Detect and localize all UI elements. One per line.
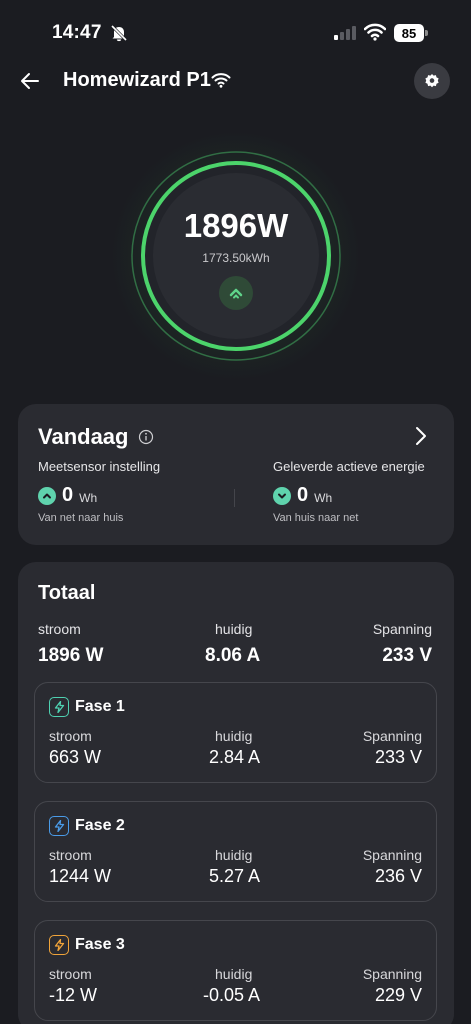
import-unit: Wh [79,491,98,505]
phase-title: Fase 1 [75,698,125,715]
phase-power-label: stroom [49,847,92,863]
total-power-label: stroom [38,621,81,637]
arrow-down-badge [273,486,291,505]
phase-voltage-label: Spanning [362,728,422,744]
phase-voltage-label: Spanning [362,966,422,982]
battery-tip [425,30,428,36]
export-value-row: 0 Wh [273,484,332,507]
total-title: Totaal [38,582,96,604]
phase-title: Fase 3 [75,936,125,953]
wifi-status-icon [364,23,386,41]
arrow-up-badge [38,486,56,505]
phase-card-3: Fase 3 stroom huidig Spanning -12 W -0.0… [34,920,437,1021]
export-unit: Wh [314,491,333,505]
phase-current-label: huidig [215,966,253,982]
status-bar: 14:47 85 [0,0,471,62]
phase-voltage-value: 229 V [374,985,422,1005]
column-divider [234,489,235,507]
current-power-value: 1896W [183,207,289,244]
phase-current-value: -0.05 A [203,985,261,1005]
phase-card-2: Fase 2 stroom huidig Spanning 1244 W 5.2… [34,801,437,902]
total-current-label: huidig [215,621,253,637]
phase-voltage-value: 233 V [374,747,422,767]
page-title: Homewizard P1 [63,69,211,91]
phase-card-1: Fase 1 stroom huidig Spanning 663 W 2.84… [34,682,437,783]
cell-signal-icon [334,26,356,40]
battery-indicator: 85 [394,24,424,42]
phase-power-label: stroom [49,728,92,744]
phase-current-value: 5.27 A [209,866,261,886]
import-value-row: 0 Wh [38,484,97,507]
export-sub: Van huis naar net [273,512,359,524]
status-time: 14:47 [52,22,102,43]
total-voltage-label: Spanning [372,621,432,637]
phase-current-label: huidig [215,728,253,744]
info-icon[interactable] [138,429,154,445]
arrow-down-icon [278,493,286,498]
phase-power-label: stroom [49,966,92,982]
total-voltage-value: 233 V [382,645,432,666]
chevron-right-icon[interactable] [414,426,428,446]
gauge-direction-badge [219,276,253,310]
lightning-icon [49,697,69,717]
phase-voltage-value: 236 V [374,866,422,886]
phase-power-value: 1244 W [49,866,112,886]
total-current-value: 8.06 A [205,645,261,666]
phase-current-label: huidig [215,847,253,863]
arrow-up-icon [43,493,51,498]
total-power-value: 1896 W [38,645,104,666]
wifi-icon [211,73,231,88]
import-label: Meetsensor instelling [38,459,161,474]
total-card: Totaal stroom huidig Spanning 1896 W 8.0… [18,562,454,1024]
lightning-icon [49,935,69,955]
phase-power-value: -12 W [49,985,98,1005]
lightning-icon [49,816,69,836]
phase-power-value: 663 W [49,747,102,767]
arrow-up-icon [229,288,243,299]
settings-icon [425,74,439,88]
export-value: 0 [297,484,309,506]
total-energy-value: 1773.50kWh [202,251,270,265]
import-value: 0 [62,484,74,506]
today-title: Vandaag [38,424,129,449]
back-arrow-icon[interactable] [18,68,44,94]
phase-current-value: 2.84 A [209,747,261,767]
export-label: Geleverde actieve energie [273,459,425,474]
phase-title: Fase 2 [75,817,125,834]
phase-voltage-label: Spanning [362,847,422,863]
settings-button[interactable] [414,63,450,99]
bell-muted-icon [110,24,128,42]
import-sub: Van net naar huis [38,512,124,524]
today-card[interactable]: Vandaag Meetsensor instelling 0 Wh Van n… [18,404,454,545]
